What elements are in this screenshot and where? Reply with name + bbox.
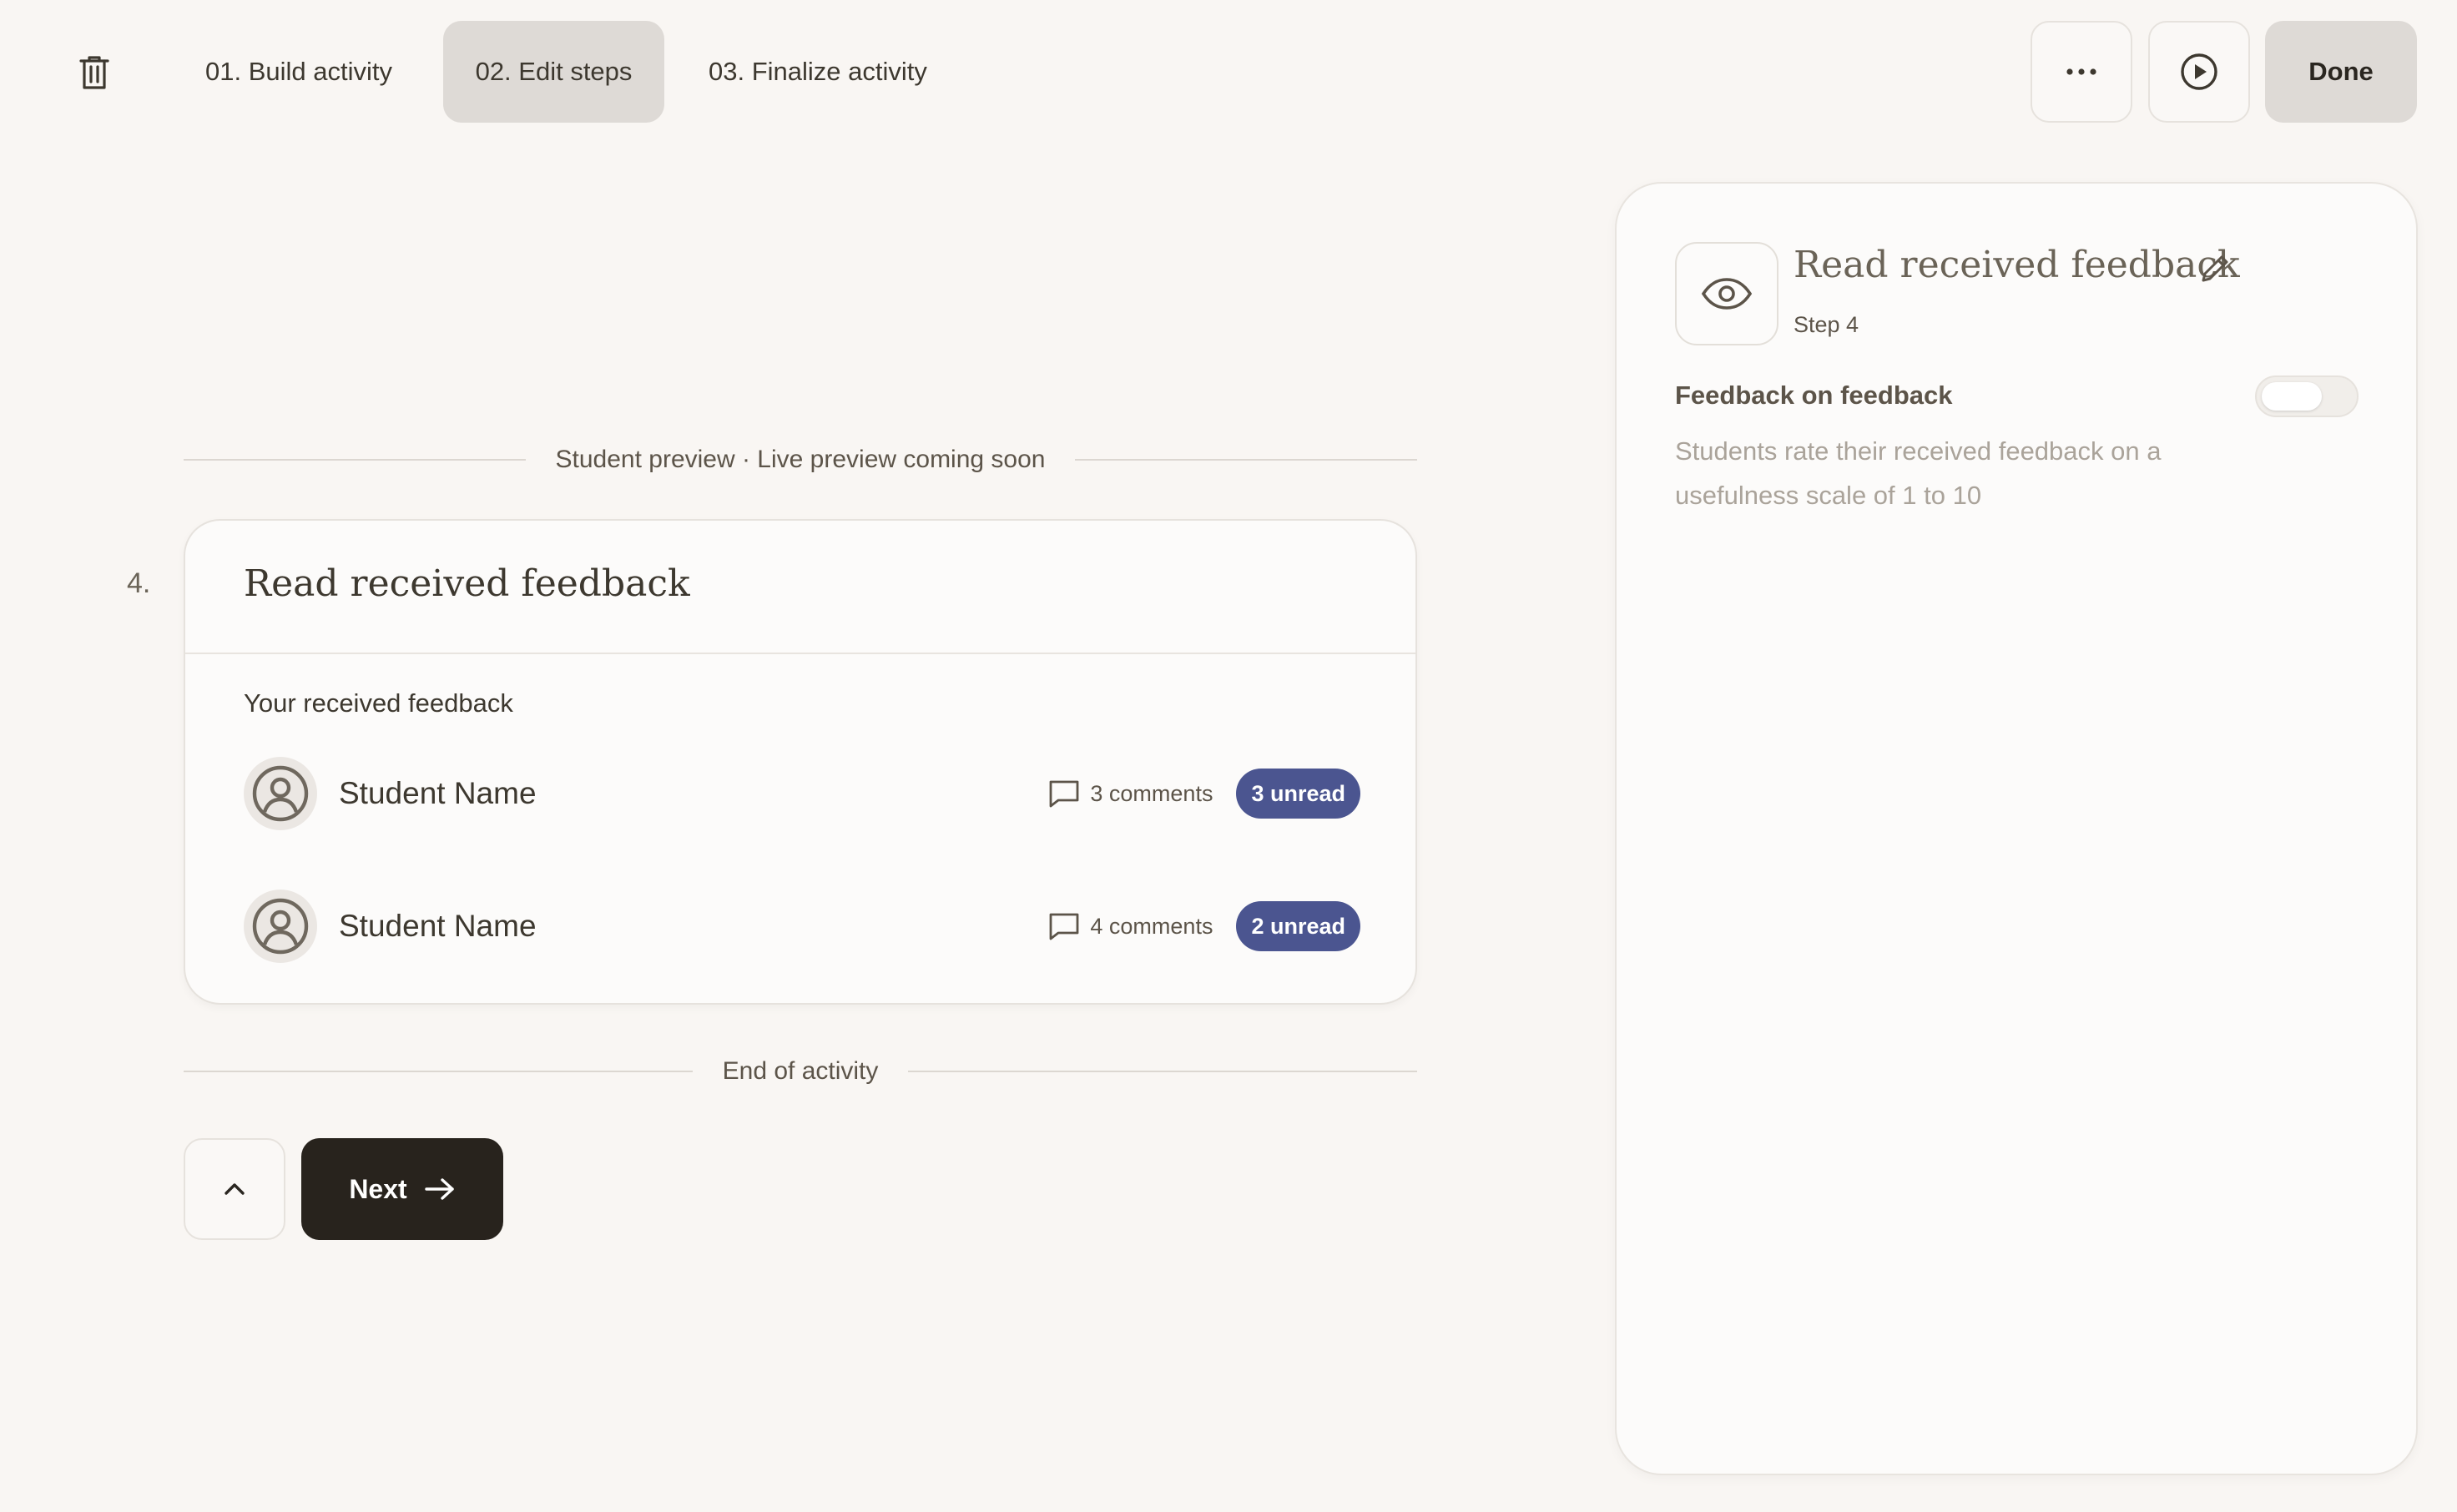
app-page: 01. Build activity 02. Edit steps 03. Fi… bbox=[0, 0, 2457, 1512]
next-button-label: Next bbox=[349, 1173, 407, 1204]
tab-edit-steps[interactable]: 02. Edit steps bbox=[443, 21, 664, 123]
step-title: Read received feedback bbox=[1794, 244, 2240, 286]
edit-title-button[interactable] bbox=[2195, 249, 2235, 289]
preview-header-label: Student preview · Live preview coming so… bbox=[555, 446, 1046, 473]
comment-icon bbox=[1049, 913, 1079, 940]
pencil-icon bbox=[2202, 255, 2228, 282]
divider-line bbox=[908, 1071, 1418, 1072]
previous-step-button[interactable] bbox=[184, 1138, 285, 1240]
feedback-row[interactable]: Student Name 3 comments 3 unread bbox=[244, 756, 1360, 831]
student-name: Student Name bbox=[339, 776, 537, 810]
end-of-activity-label: End of activity bbox=[722, 1057, 879, 1085]
card-divider bbox=[185, 653, 1415, 654]
user-circle-icon bbox=[252, 765, 309, 822]
chevron-up-icon bbox=[225, 1183, 245, 1195]
feedback-on-feedback-title: Feedback on feedback bbox=[1675, 381, 1953, 410]
step-preview-card: Read received feedback Your received fee… bbox=[184, 519, 1417, 1005]
step-label: Step 4 bbox=[1794, 312, 1859, 337]
step-type-icon-box bbox=[1675, 242, 1778, 345]
comments-label: 4 comments bbox=[1090, 913, 1213, 939]
tab-finalize-activity[interactable]: 03. Finalize activity bbox=[679, 21, 957, 123]
step-card-title: Read received feedback bbox=[244, 562, 690, 605]
arrow-right-icon bbox=[424, 1178, 454, 1200]
preview-header-divider: Student preview · Live preview coming so… bbox=[184, 443, 1417, 476]
comment-icon bbox=[1049, 780, 1079, 808]
student-name: Student Name bbox=[339, 909, 537, 943]
comments-count[interactable]: 3 comments bbox=[1048, 779, 1213, 808]
comments-count[interactable]: 4 comments bbox=[1048, 912, 1213, 940]
divider-line bbox=[184, 1071, 693, 1072]
feedback-on-feedback-toggle[interactable] bbox=[2255, 375, 2359, 417]
top-bar: 01. Build activity 02. Edit steps 03. Fi… bbox=[0, 0, 2457, 142]
feedback-row[interactable]: Student Name 4 comments 2 unread bbox=[244, 889, 1360, 964]
divider-line bbox=[1075, 459, 1417, 461]
more-horizontal-icon bbox=[2066, 68, 2096, 75]
feedback-on-feedback-description: Students rate their received feedback on… bbox=[1675, 436, 2162, 510]
eye-icon bbox=[1701, 278, 1753, 310]
preview-play-button[interactable] bbox=[2148, 21, 2250, 123]
unread-badge[interactable]: 3 unread bbox=[1236, 769, 1360, 819]
done-button[interactable]: Done bbox=[2265, 21, 2417, 123]
tab-build-activity[interactable]: 01. Build activity bbox=[175, 21, 422, 123]
step-settings-panel: Read received feedback Step 4 Feedback o… bbox=[1615, 182, 2418, 1475]
next-button[interactable]: Next bbox=[301, 1138, 503, 1240]
delete-button[interactable] bbox=[68, 47, 120, 98]
comments-label: 3 comments bbox=[1090, 780, 1213, 806]
trash-icon bbox=[79, 56, 109, 89]
toggle-knob bbox=[2262, 382, 2322, 411]
more-options-button[interactable] bbox=[2031, 21, 2132, 123]
step-number: 4. bbox=[127, 567, 151, 599]
avatar bbox=[244, 757, 317, 830]
unread-badge[interactable]: 2 unread bbox=[1236, 901, 1360, 951]
play-circle-icon bbox=[2181, 53, 2217, 90]
user-circle-icon bbox=[252, 898, 309, 955]
received-feedback-heading: Your received feedback bbox=[244, 688, 513, 718]
avatar bbox=[244, 890, 317, 963]
end-of-activity-divider: End of activity bbox=[184, 1055, 1418, 1088]
divider-line bbox=[184, 459, 526, 461]
